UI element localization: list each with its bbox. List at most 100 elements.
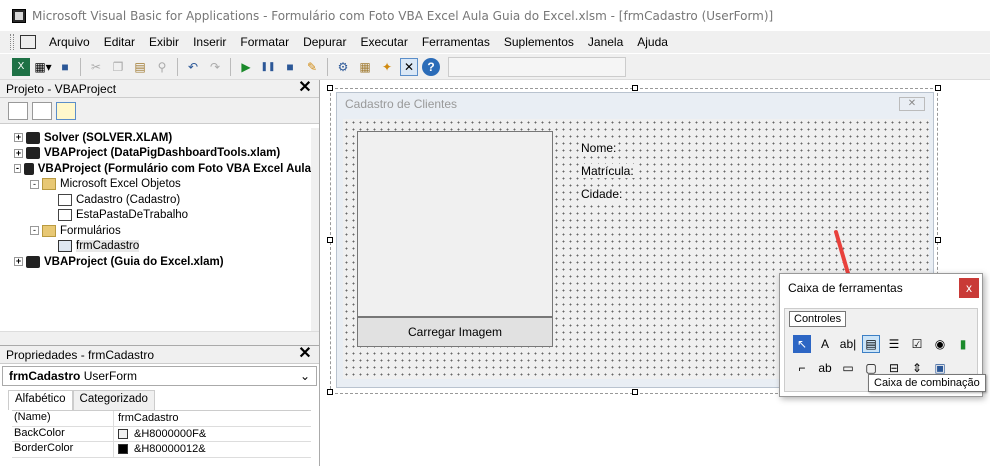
select-objects-icon[interactable]: ↖ — [793, 335, 811, 353]
resize-handle[interactable] — [935, 237, 941, 243]
menu-ajuda[interactable]: Ajuda — [630, 35, 675, 49]
menu-suplementos[interactable]: Suplementos — [497, 35, 581, 49]
paste-icon[interactable]: ▤ — [131, 58, 149, 76]
tabstrip-control-icon[interactable]: ▭ — [839, 359, 857, 377]
toolbox-icon[interactable]: ✕ — [400, 57, 418, 76]
property-row[interactable]: (Name) frmCadastro — [12, 411, 311, 427]
save-icon[interactable]: ■ — [56, 58, 74, 76]
property-value[interactable]: &H8000000F& — [114, 427, 206, 442]
optionbutton-control-icon[interactable]: ◉ — [931, 335, 949, 353]
toolbox-title: Caixa de ferramentas — [788, 281, 903, 295]
properties-window-icon[interactable]: ▦ — [356, 58, 374, 76]
project-pane-titlebar: Projeto - VBAProject ✕ — [0, 79, 319, 98]
excel-view-icon[interactable]: X — [12, 57, 30, 76]
break-icon[interactable]: ❚❚ — [259, 58, 277, 76]
combobox-control-icon[interactable]: ▤ — [862, 335, 880, 353]
property-row[interactable]: BackColor &H8000000F& — [12, 426, 311, 442]
tree-node[interactable]: frmCadastro — [0, 239, 311, 255]
design-mode-icon[interactable]: ✎ — [303, 58, 321, 76]
excel-view-icon[interactable] — [20, 35, 36, 49]
run-icon[interactable]: ▶ — [237, 58, 255, 76]
checkbox-control-icon[interactable]: ☑ — [908, 335, 926, 353]
label-nome[interactable]: Nome: — [579, 141, 619, 155]
expand-icon[interactable]: + — [14, 148, 23, 158]
property-value[interactable]: &H80000012& — [114, 442, 206, 457]
menu-exibir[interactable]: Exibir — [142, 35, 186, 49]
resize-handle[interactable] — [632, 389, 638, 395]
tab-categorizado[interactable]: Categorizado — [72, 390, 155, 410]
load-image-button[interactable]: Carregar Imagem — [357, 317, 553, 347]
resize-handle[interactable] — [632, 85, 638, 91]
help-icon[interactable]: ? — [422, 57, 440, 76]
object-selector-dropdown[interactable]: frmCadastro UserForm ⌄ — [2, 366, 317, 386]
tab-controles[interactable]: Controles — [789, 311, 847, 327]
collapse-icon[interactable]: - — [14, 164, 21, 174]
expand-icon[interactable]: + — [14, 257, 23, 267]
menu-grip-handle[interactable] — [10, 34, 14, 50]
userform-close-icon[interactable]: ✕ — [899, 97, 925, 111]
toolbox-titlebar[interactable]: Caixa de ferramentas x — [780, 274, 982, 302]
tree-node[interactable]: + Solver (SOLVER.XLAM) — [0, 130, 311, 146]
project-pane-title: Projeto - VBAProject — [6, 81, 117, 96]
menu-formatar[interactable]: Formatar — [233, 35, 296, 49]
find-icon[interactable]: ⚲ — [153, 58, 171, 76]
resize-handle[interactable] — [327, 85, 333, 91]
tree-node[interactable]: + VBAProject (DataPigDashboardTools.xlam) — [0, 146, 311, 162]
menu-ferramentas[interactable]: Ferramentas — [415, 35, 497, 49]
label-control-icon[interactable]: A — [816, 335, 834, 353]
tree-node-label: VBAProject (Guia do Excel.xlam) — [44, 255, 224, 268]
menu-arquivo[interactable]: Arquivo — [42, 35, 97, 49]
redo-icon[interactable]: ↷ — [206, 58, 224, 76]
project-explorer-pane: Projeto - VBAProject ✕ + Solver (SOLVER.X… — [0, 79, 320, 345]
copy-icon[interactable]: ❐ — [109, 58, 127, 76]
label-cidade[interactable]: Cidade: — [579, 187, 625, 201]
label-matricula[interactable]: Matrícula: — [579, 164, 636, 178]
project-explorer-icon[interactable]: ⚙ — [334, 58, 352, 76]
collapse-icon[interactable]: - — [30, 226, 39, 236]
tree-node[interactable]: - Microsoft Excel Objetos — [0, 177, 311, 193]
undo-icon[interactable]: ↶ — [184, 58, 202, 76]
tree-node-label: EstaPastaDeTrabalho — [76, 209, 189, 222]
toolbar-separator — [177, 57, 178, 76]
properties-pane-close-icon[interactable]: ✕ — [297, 345, 313, 363]
property-row[interactable]: BorderColor &H80000012& — [12, 442, 311, 458]
object-browser-icon[interactable]: ✦ — [378, 58, 396, 76]
tree-node[interactable]: EstaPastaDeTrabalho — [0, 208, 311, 224]
view-object-icon[interactable] — [32, 101, 52, 120]
standard-toolbar: X ▦▾ ■ ✂ ❐ ▤ ⚲ ↶ ↷ ▶ ❚❚ ■ ✎ ⚙ ▦ ✦ ✕ ? — [0, 54, 990, 80]
tree-node[interactable]: + VBAProject (Guia do Excel.xlam) — [0, 254, 311, 270]
project-tree-horizontal-scrollbar[interactable] — [0, 331, 319, 345]
frame-control-icon[interactable]: ⌐ — [793, 359, 811, 377]
togglebutton-control-icon[interactable]: ▮ — [954, 335, 972, 353]
menu-janela[interactable]: Janela — [581, 35, 630, 49]
cut-icon[interactable]: ✂ — [87, 58, 105, 76]
menu-depurar[interactable]: Depurar — [296, 35, 353, 49]
toolbox-close-button[interactable]: x — [959, 278, 979, 298]
property-value[interactable]: frmCadastro — [114, 411, 179, 426]
image-control[interactable] — [357, 131, 553, 317]
project-pane-close-icon[interactable]: ✕ — [297, 79, 313, 97]
tree-node[interactable]: - VBAProject (Formulário com Foto VBA Exc… — [0, 161, 311, 177]
menu-inserir[interactable]: Inserir — [186, 35, 233, 49]
project-tree-vertical-scrollbar[interactable] — [311, 128, 319, 331]
textbox-control-icon[interactable]: ab| — [839, 335, 857, 353]
resize-handle[interactable] — [935, 85, 941, 91]
vba-project-icon — [26, 131, 40, 144]
menu-executar[interactable]: Executar — [353, 35, 414, 49]
menu-editar[interactable]: Editar — [97, 35, 142, 49]
reset-icon[interactable]: ■ — [281, 58, 299, 76]
resize-handle[interactable] — [327, 389, 333, 395]
tab-alfabetico[interactable]: Alfabético — [8, 390, 73, 410]
resize-handle[interactable] — [327, 237, 333, 243]
expand-icon[interactable]: + — [14, 133, 23, 143]
collapse-icon[interactable]: - — [30, 179, 39, 189]
toggle-folders-icon[interactable] — [56, 101, 76, 120]
toolbar-separator — [230, 57, 231, 76]
listbox-control-icon[interactable]: ☰ — [885, 335, 903, 353]
tree-node[interactable]: - Formulários — [0, 223, 311, 239]
tree-node[interactable]: Cadastro (Cadastro) — [0, 192, 311, 208]
view-code-icon[interactable] — [8, 101, 28, 120]
commandbutton-control-icon[interactable]: ab — [816, 359, 834, 377]
menu-bar: Arquivo Editar Exibir Inserir Formatar D… — [0, 31, 990, 53]
insert-userform-icon[interactable]: ▦▾ — [34, 58, 52, 76]
